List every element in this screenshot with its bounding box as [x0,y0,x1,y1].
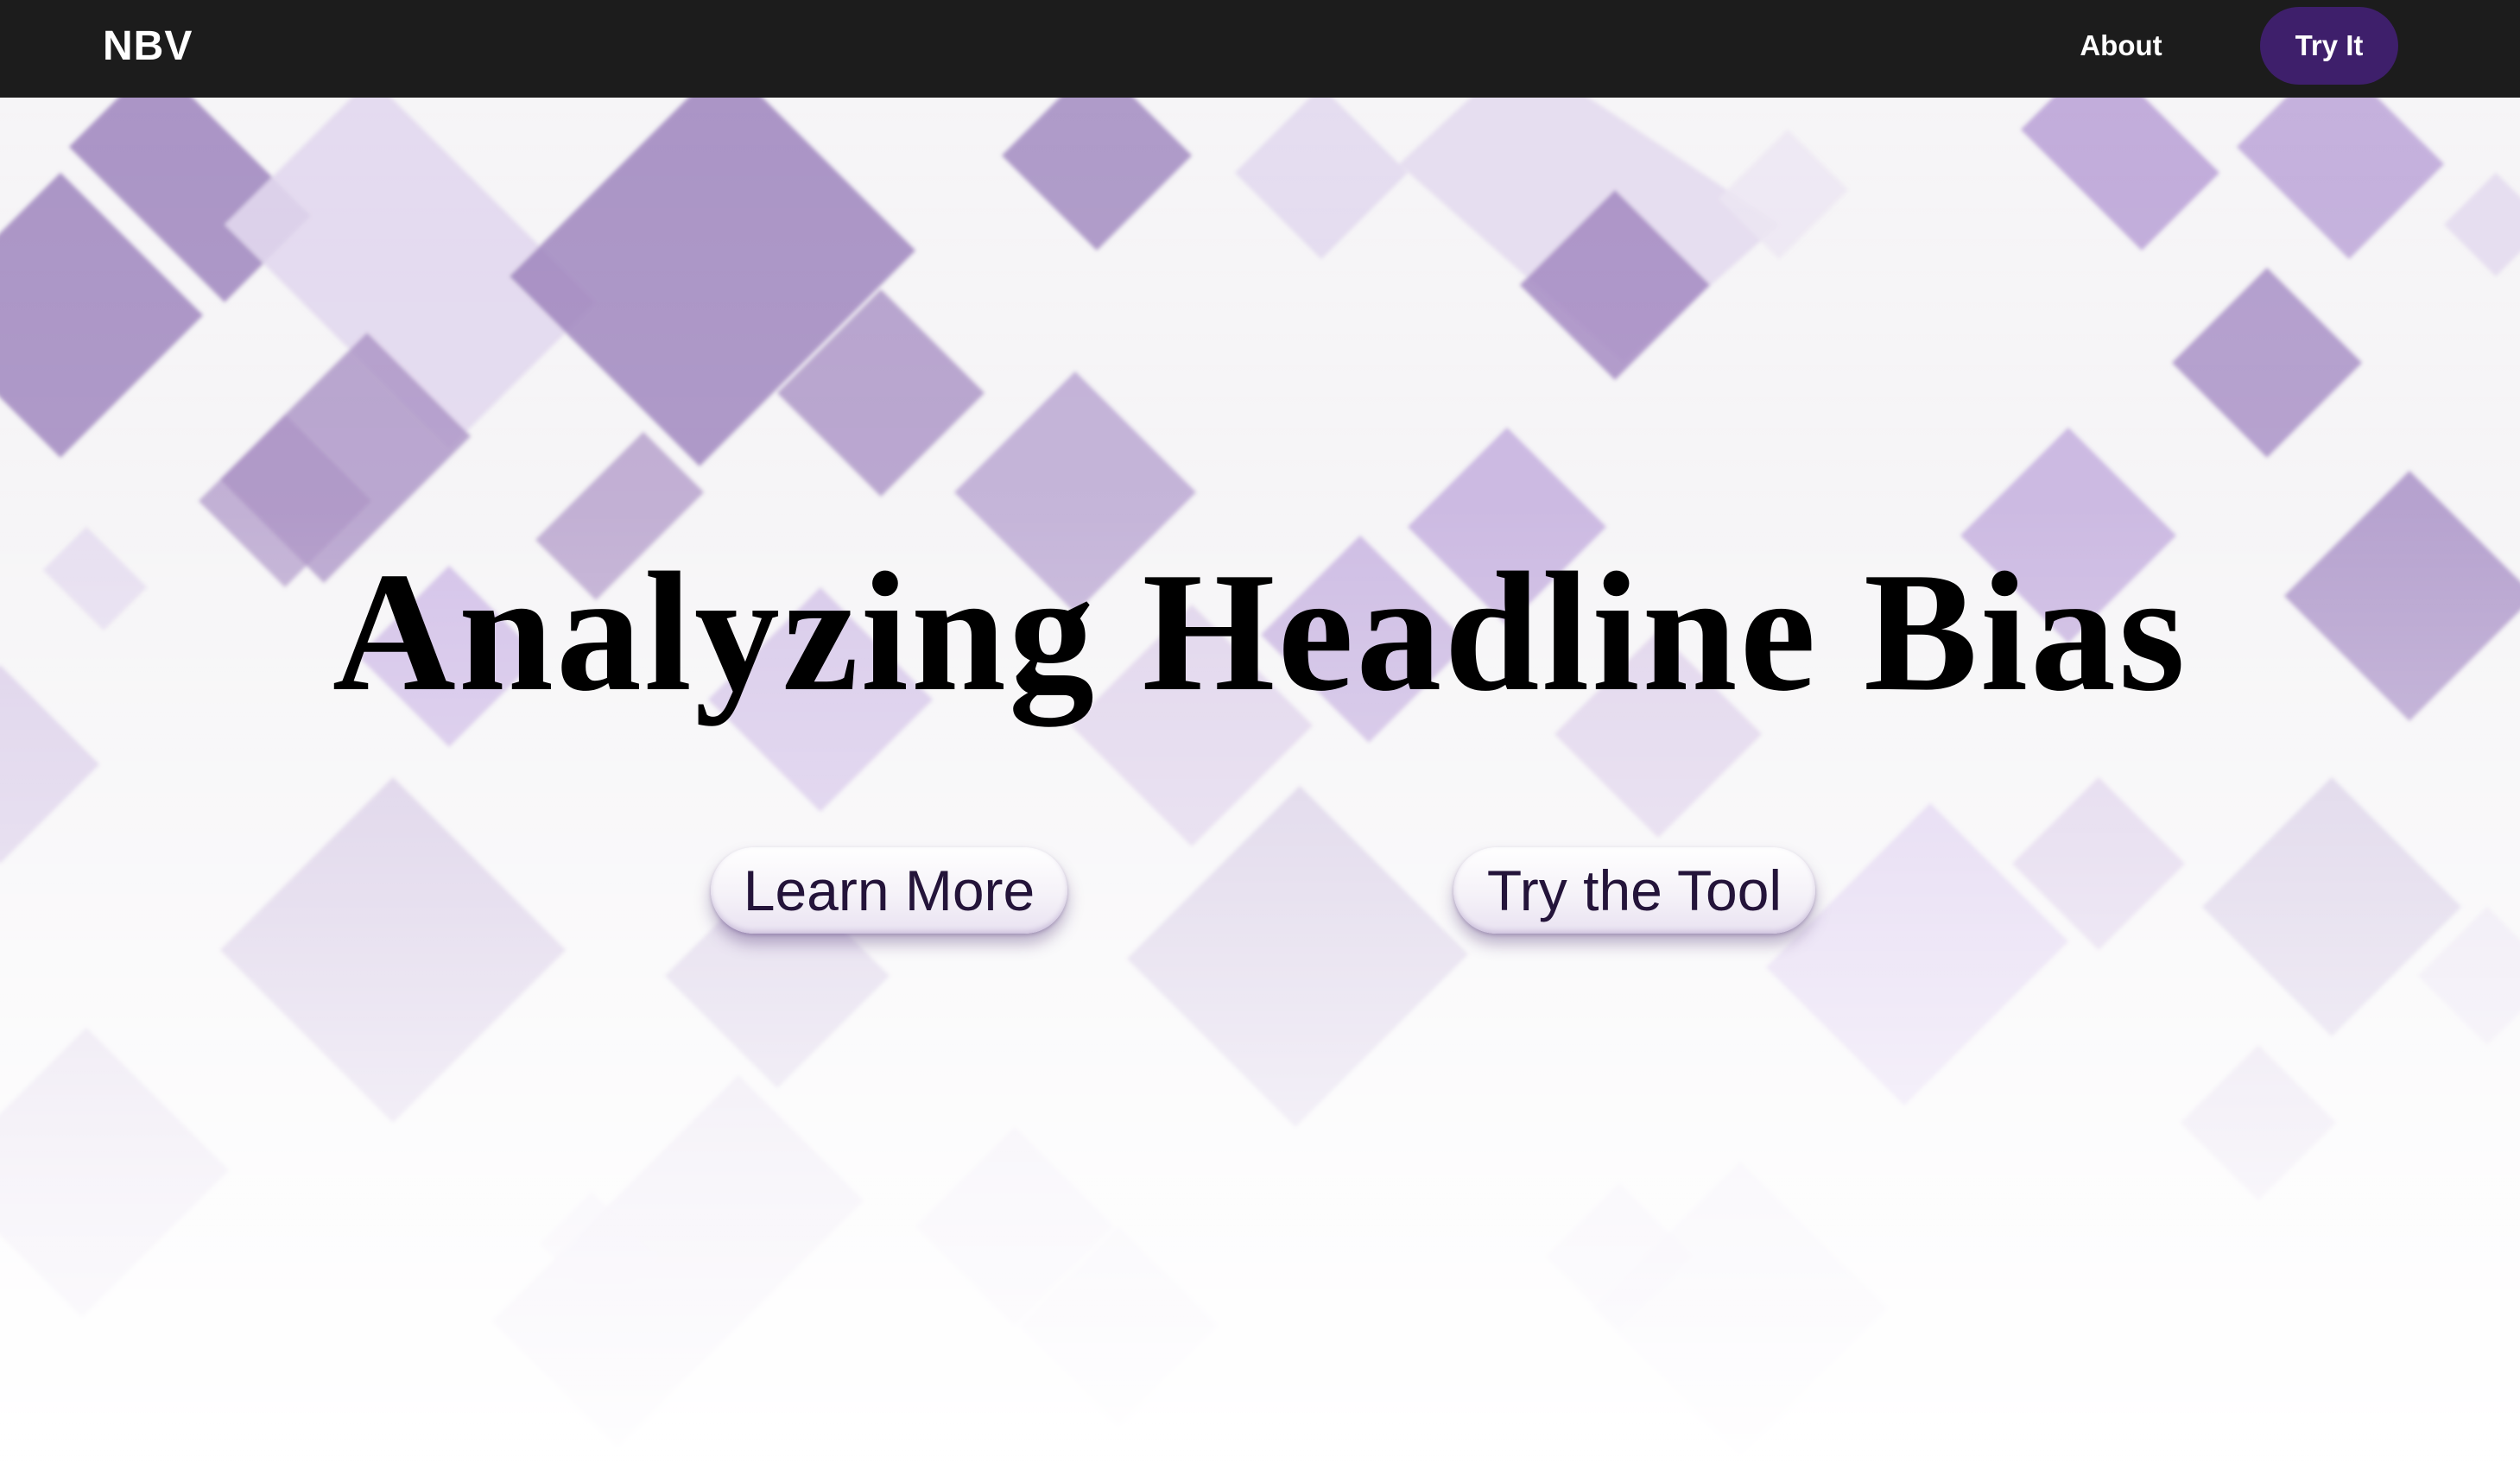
diamond-pattern-background [0,98,2520,1455]
page: NBV About Try It Analyzing Headline Bias… [0,0,2520,1463]
hero-section [0,98,2520,1463]
learn-more-button[interactable]: Learn More [711,847,1067,934]
brand-logo[interactable]: NBV [103,0,193,93]
hero-title: Analyzing Headline Bias [332,537,2188,726]
navbar: NBV About Try It [0,0,2520,98]
try-the-tool-button[interactable]: Try the Tool [1453,847,1815,934]
nav-about-link[interactable]: About [2047,0,2195,92]
nav-try-it-button[interactable]: Try It [2260,7,2398,85]
